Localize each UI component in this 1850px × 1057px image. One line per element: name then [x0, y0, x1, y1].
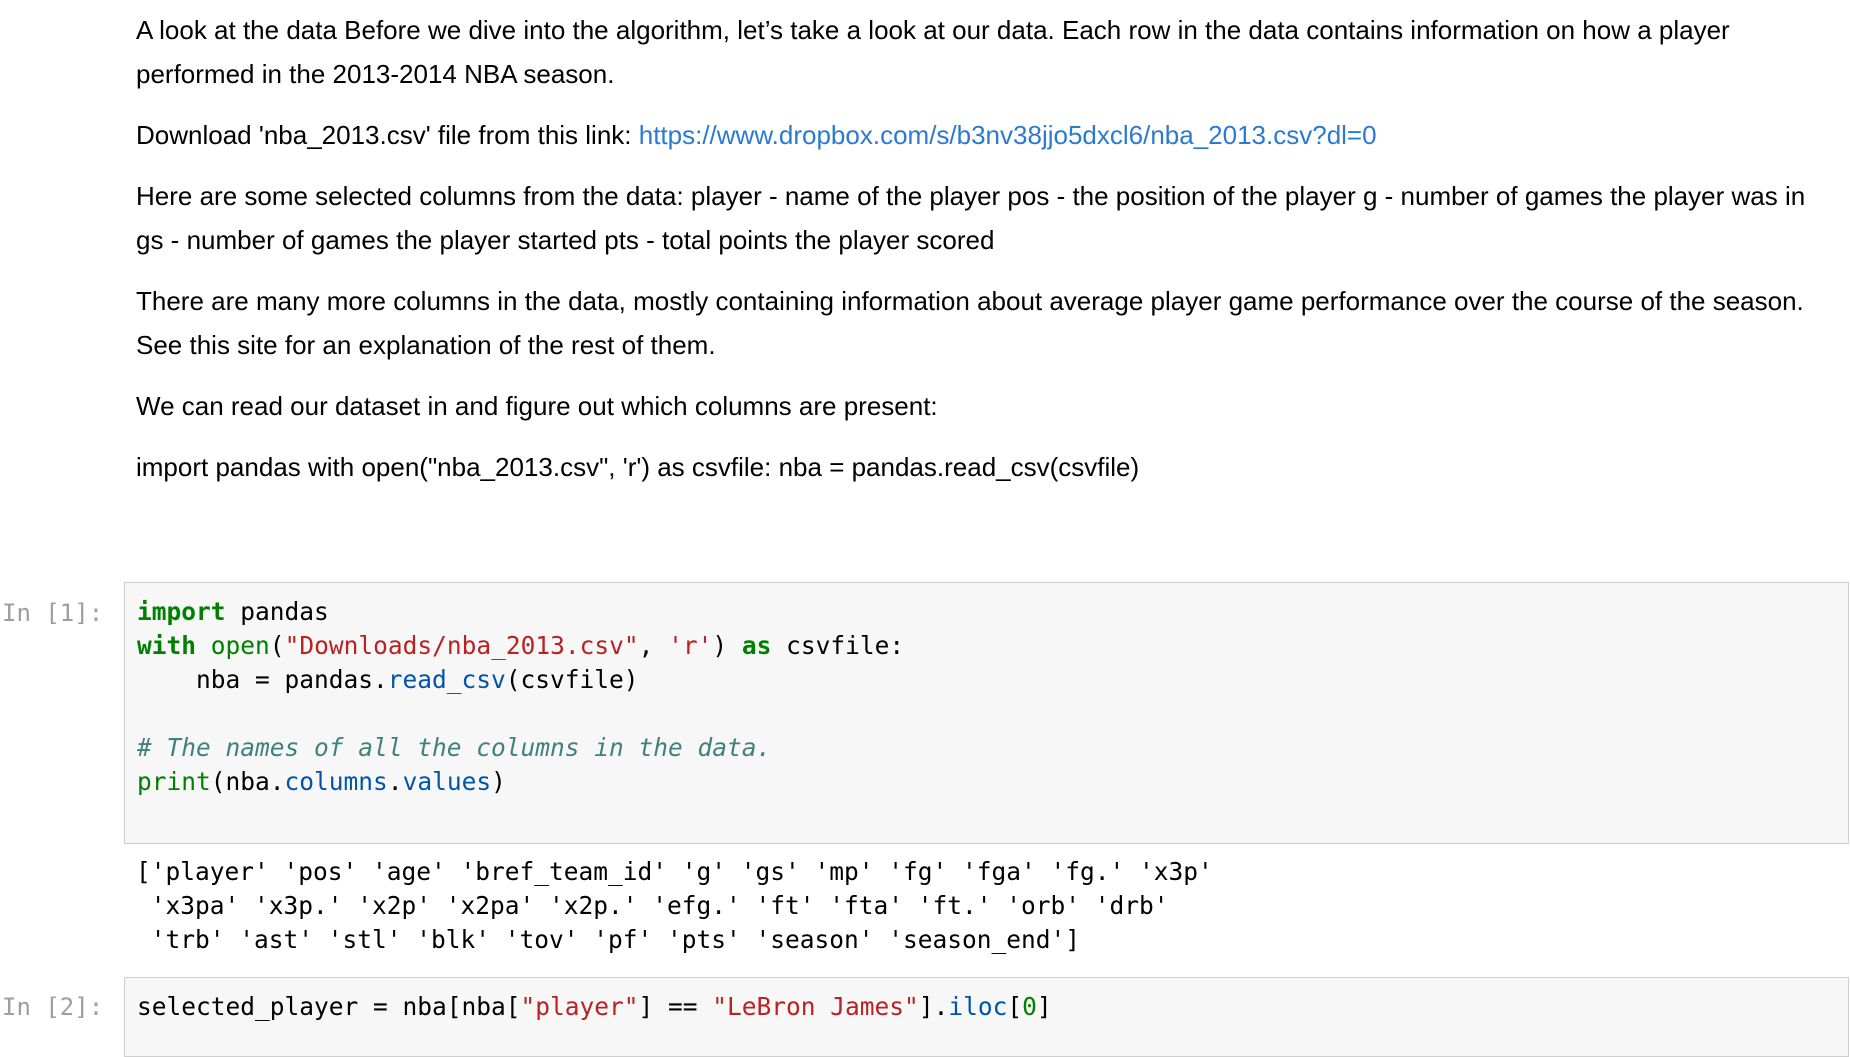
attribute: iloc [948, 992, 1008, 1021]
code-text: ]. [918, 992, 949, 1021]
output-line: ['player' 'pos' 'age' 'bref_team_id' 'g'… [136, 857, 1213, 886]
cell-output: ['player' 'pos' 'age' 'bref_team_id' 'g'… [136, 855, 1836, 957]
markdown-paragraph: There are many more columns in the data,… [136, 286, 1804, 360]
markdown-paragraph: A look at the data Before we dive into t… [136, 15, 1730, 89]
string-literal: 'r' [668, 631, 713, 660]
download-paragraph: Download 'nba_2013.csv' file from this l… [136, 113, 1806, 157]
markdown-cell: A look at the data Before we dive into t… [136, 8, 1806, 489]
code-text: (nba. [210, 767, 285, 796]
code-text: selected_player = nba[nba[ [137, 992, 521, 1021]
markdown-paragraph: Here are some selected columns from the … [136, 181, 1806, 255]
string-literal: "Downloads/nba_2013.csv" [284, 631, 639, 660]
code-cell-input[interactable]: selected_player = nba[nba["player"] == "… [124, 977, 1849, 1057]
code-text: ] [1036, 992, 1052, 1021]
function-name: read_csv [387, 665, 506, 694]
keyword: with [137, 631, 197, 660]
number-literal: 0 [1022, 992, 1037, 1021]
code-text: ] == [638, 992, 713, 1021]
attribute: values [402, 767, 492, 796]
code-text: , [638, 631, 669, 660]
output-line: 'x3pa' 'x3p.' 'x2p' 'x2pa' 'x2p.' 'efg.'… [136, 891, 1169, 920]
code-text: ) [491, 767, 506, 796]
keyword: import [137, 597, 226, 626]
code-text: ) [712, 631, 742, 660]
code-text: . [387, 767, 403, 796]
string-literal: "player" [520, 992, 639, 1021]
output-line: 'trb' 'ast' 'stl' 'blk' 'tov' 'pf' 'pts'… [136, 925, 1081, 954]
code-text: pandas [225, 597, 329, 626]
builtin: print [137, 767, 211, 796]
download-text: Download 'nba_2013.csv' file from this l… [136, 120, 639, 150]
attribute: columns [284, 767, 388, 796]
dropbox-link[interactable]: https://www.dropbox.com/s/b3nv38jjo5dxcl… [639, 120, 1377, 150]
code-text: [ [1007, 992, 1023, 1021]
cell-prompt: In [1]: [2, 599, 104, 627]
code-text: (csvfile) [505, 665, 639, 694]
builtin: open [210, 631, 270, 660]
cell-prompt: In [2]: [2, 993, 104, 1021]
code-text: csvfile: [771, 631, 905, 660]
code-text: ( [269, 631, 285, 660]
code-comment: # The names of all the columns in the da… [137, 733, 772, 762]
markdown-paragraph: We can read our dataset in and figure ou… [136, 391, 938, 421]
code-text: nba = pandas. [137, 665, 388, 694]
markdown-paragraph: import pandas with open("nba_2013.csv", … [136, 452, 1140, 482]
code-cell-input[interactable]: import pandas with open("Downloads/nba_2… [124, 582, 1849, 844]
string-literal: "LeBron James" [712, 992, 919, 1021]
keyword: as [741, 631, 772, 660]
